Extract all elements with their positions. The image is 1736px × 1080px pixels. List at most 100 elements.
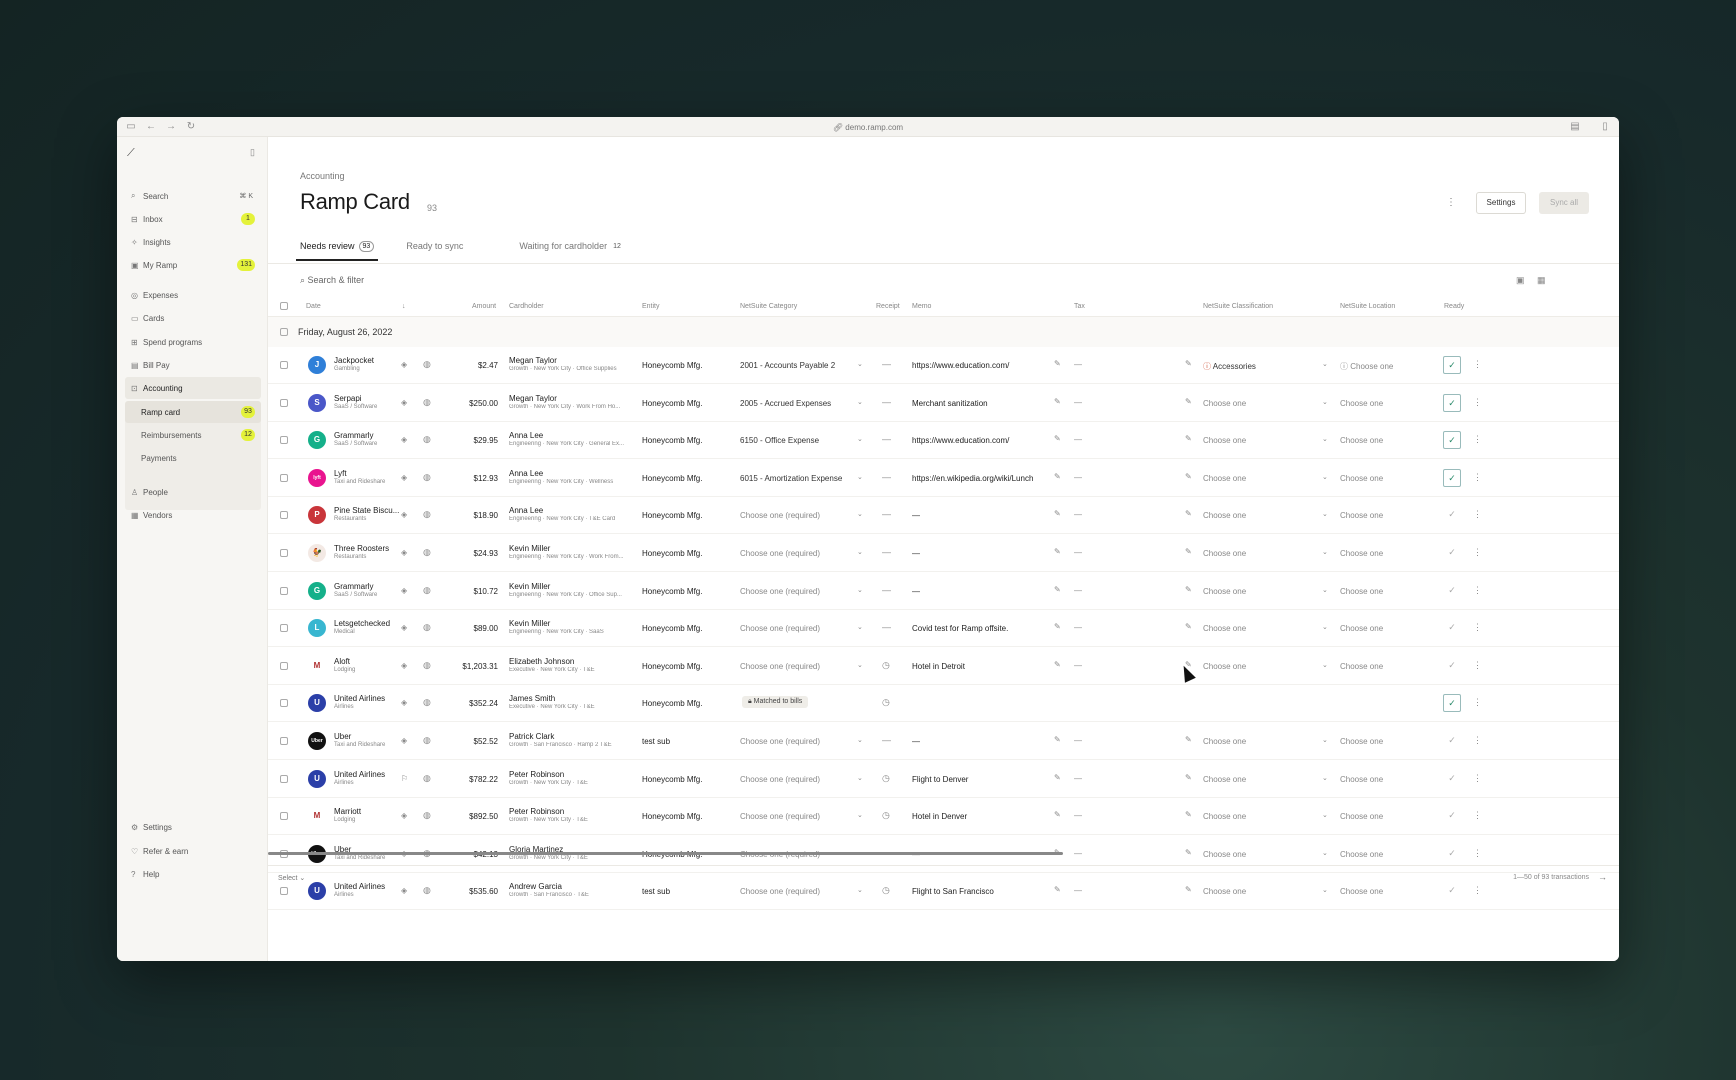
table-row[interactable]: P Pine State Biscu... Restaurants ◈ ◍ $18.90 A…: [268, 497, 1619, 535]
shield-check-icon[interactable]: ◈: [401, 736, 407, 745]
table-row[interactable]: U United Airlines Airlines ⚐ ◍ $782.22 Peter R…: [268, 761, 1619, 798]
chevron-down-icon[interactable]: ⌄: [857, 623, 863, 631]
chevron-down-icon[interactable]: ⌄: [1322, 623, 1328, 631]
category-select[interactable]: Choose one (required): [740, 737, 820, 746]
classification-select[interactable]: Choose one: [1203, 850, 1246, 859]
row-checkbox[interactable]: [280, 586, 288, 595]
shield-check-icon[interactable]: ◈: [401, 510, 407, 519]
select-all-checkbox[interactable]: [280, 302, 288, 310]
flag-icon[interactable]: ⚐: [401, 774, 408, 783]
tax-value[interactable]: —: [1074, 849, 1082, 858]
classification-select[interactable]: Choose one: [1203, 737, 1246, 746]
location-select[interactable]: Choose one: [1340, 812, 1383, 821]
row-more-icon[interactable]: ⋮: [1473, 397, 1482, 408]
edit-tax-icon[interactable]: ✎: [1185, 472, 1192, 481]
classification-select[interactable]: ⓘ Accessories: [1203, 361, 1256, 372]
category-select[interactable]: Choose one (required): [740, 775, 820, 784]
table-row[interactable]: M Aloft Lodging ◈ ◍ $1,203.31 Elizabeth Johnso…: [268, 648, 1619, 685]
location-select[interactable]: Choose one: [1340, 662, 1383, 671]
edit-memo-icon[interactable]: ✎: [1054, 660, 1061, 669]
edit-memo-icon[interactable]: ✎: [1054, 397, 1061, 406]
receipt-status[interactable]: —: [882, 472, 891, 482]
chevron-down-icon[interactable]: ⌄: [1322, 398, 1328, 406]
chevron-down-icon[interactable]: ⌄: [1322, 548, 1328, 556]
edit-tax-icon[interactable]: ✎: [1185, 810, 1192, 819]
ready-checkbox[interactable]: ✓: [1443, 619, 1461, 637]
chevron-down-icon[interactable]: ⌄: [1322, 586, 1328, 594]
edit-tax-icon[interactable]: ✎: [1185, 397, 1192, 406]
classification-select[interactable]: Choose one: [1203, 549, 1246, 558]
table-row[interactable]: U United Airlines Airlines ◈ ◍ $352.24 James S…: [268, 685, 1619, 723]
chevron-down-icon[interactable]: ⌄: [1322, 886, 1328, 894]
chevron-down-icon[interactable]: ⌄: [857, 811, 863, 819]
location-select[interactable]: Choose one: [1340, 775, 1383, 784]
sidebar-item-vendors[interactable]: ▦ Vendors: [125, 504, 261, 526]
row-more-icon[interactable]: ⋮: [1473, 848, 1482, 859]
classification-select[interactable]: Choose one: [1203, 624, 1246, 633]
reload-icon[interactable]: ↻: [185, 117, 197, 137]
sidebar-search[interactable]: ⌕ Search ⌘ K: [125, 185, 261, 207]
table-row[interactable]: U United Airlines Airlines ◈ ◍ $535.60 Andrew …: [268, 873, 1619, 911]
sync-all-button[interactable]: Sync all: [1539, 192, 1589, 214]
row-more-icon[interactable]: ⋮: [1473, 472, 1482, 483]
edit-tax-icon[interactable]: ✎: [1185, 622, 1192, 631]
tax-value[interactable]: —: [1074, 473, 1082, 482]
tax-value[interactable]: —: [1074, 774, 1082, 783]
sidebar-toggle-icon[interactable]: ▭: [125, 117, 137, 137]
location-select[interactable]: Choose one: [1340, 887, 1383, 896]
col-memo[interactable]: Memo: [912, 303, 931, 310]
select-dropdown[interactable]: Select ⌄: [278, 874, 305, 882]
memo-text[interactable]: https://en.wikipedia.org/wiki/Lunch: [912, 474, 1052, 483]
edit-memo-icon[interactable]: ✎: [1054, 472, 1061, 481]
location-select[interactable]: Choose one: [1340, 549, 1383, 558]
row-checkbox[interactable]: [280, 511, 288, 520]
edit-memo-icon[interactable]: ✎: [1054, 622, 1061, 631]
memo-text[interactable]: Covid test for Ramp offsite.: [912, 624, 1052, 633]
tax-value[interactable]: —: [1074, 548, 1082, 557]
matched-to-bills-badge[interactable]: 🔒︎ Matched to bills: [742, 696, 809, 709]
col-amount[interactable]: Amount: [472, 303, 496, 310]
row-more-icon[interactable]: ⋮: [1473, 697, 1482, 708]
ready-checkbox[interactable]: ✓: [1443, 882, 1461, 900]
edit-tax-icon[interactable]: ✎: [1185, 735, 1192, 744]
split-view-icon[interactable]: ▯: [1599, 117, 1611, 137]
ready-checkbox[interactable]: ✓: [1443, 544, 1461, 562]
row-checkbox[interactable]: [280, 624, 288, 633]
shield-check-icon[interactable]: ◈: [401, 548, 407, 557]
table-row[interactable]: J Jackpocket Gambling ◈ ◍ $2.47 Megan Taylor Gr…: [268, 347, 1619, 384]
back-icon[interactable]: ←: [145, 117, 157, 137]
ready-checkbox[interactable]: ✓: [1443, 657, 1461, 675]
receipt-status[interactable]: ◷: [882, 660, 890, 671]
shield-check-icon[interactable]: ◈: [401, 586, 407, 595]
memo-text[interactable]: Hotel in Detroit: [912, 662, 1052, 671]
receipt-status[interactable]: ◷: [882, 773, 890, 784]
sidebar-item-spend-programs[interactable]: ⊞ Spend programs: [125, 331, 261, 353]
edit-tax-icon[interactable]: ✎: [1185, 359, 1192, 368]
receipt-status[interactable]: —: [882, 585, 891, 595]
sidebar-item-my-ramp[interactable]: ▣ My Ramp 131: [125, 254, 261, 276]
row-more-icon[interactable]: ⋮: [1473, 547, 1482, 558]
memo-text[interactable]: —: [912, 587, 1052, 596]
sidebar-subitem-payments[interactable]: Payments: [125, 447, 261, 469]
edit-tax-icon[interactable]: ✎: [1185, 885, 1192, 894]
row-checkbox[interactable]: [280, 774, 288, 783]
chevron-down-icon[interactable]: ⌄: [857, 774, 863, 782]
receipt-status[interactable]: —: [882, 397, 891, 407]
classification-select[interactable]: Choose one: [1203, 775, 1246, 784]
edit-tax-icon[interactable]: ✎: [1185, 509, 1192, 518]
calendar-icon[interactable]: ▣: [1516, 275, 1525, 286]
sidebar-item-expenses[interactable]: ◎ Expenses: [125, 284, 261, 306]
tab-ready-to-sync[interactable]: Ready to sync: [406, 234, 463, 258]
edit-tax-icon[interactable]: ✎: [1185, 773, 1192, 782]
edit-memo-icon[interactable]: ✎: [1054, 735, 1061, 744]
tax-value[interactable]: —: [1074, 398, 1082, 407]
shield-check-icon[interactable]: ◈: [401, 698, 407, 707]
sidebar-item-inbox[interactable]: ⊟ Inbox 1: [125, 208, 261, 230]
table-row[interactable]: G Grammarly SaaS / Software ◈ ◍ $10.72 Kevin M…: [268, 573, 1619, 610]
location-select[interactable]: Choose one: [1340, 399, 1383, 408]
address-bar[interactable]: 🔗︎ demo.ramp.com: [833, 123, 903, 132]
location-select[interactable]: ⓘ Choose one: [1340, 361, 1393, 372]
sort-arrow-icon[interactable]: ↓: [402, 303, 406, 310]
chevron-down-icon[interactable]: ⌄: [1322, 849, 1328, 857]
ready-checkbox[interactable]: ✓: [1443, 431, 1461, 450]
